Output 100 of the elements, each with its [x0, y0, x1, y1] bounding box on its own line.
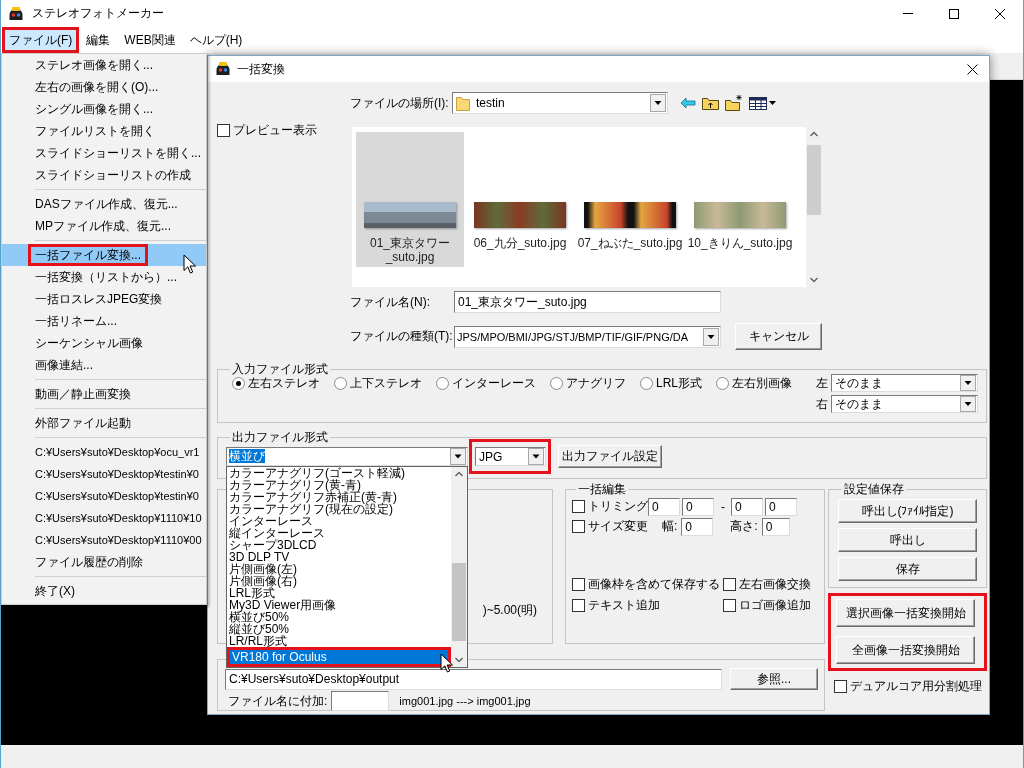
menu-bar-item[interactable]: ファイル(F): [2, 27, 80, 53]
dropdown-option[interactable]: My3D Viewer用画像: [227, 599, 451, 611]
file-item[interactable]: 06_九分_suto.jpg: [466, 132, 574, 267]
dropdown-option[interactable]: LR/RL形式: [227, 635, 451, 647]
input-format-radio[interactable]: インターレース: [436, 374, 536, 392]
menu-item[interactable]: ファイル履歴の削除: [2, 551, 206, 573]
cancel-button[interactable]: キャンセル: [735, 323, 822, 350]
settings-button[interactable]: 呼出し(ﾌｧｲﾙ指定): [838, 499, 977, 523]
folder-icon: [456, 95, 470, 111]
settings-button[interactable]: 呼出し: [838, 528, 977, 552]
file-item[interactable]: 10_きりん_suto.jpg: [686, 132, 794, 267]
dropdown-option[interactable]: インターレース: [227, 515, 451, 527]
scrollbar-thumb[interactable]: [452, 563, 466, 641]
input-format-radio[interactable]: 上下ステレオ: [334, 374, 422, 392]
input-format-radio[interactable]: LRL形式: [640, 374, 702, 392]
menu-item[interactable]: シーケンシャル画像: [2, 332, 206, 354]
menu-bar-item[interactable]: ヘルプ(H): [182, 27, 250, 53]
input-format-radio[interactable]: 左右ステレオ: [232, 374, 320, 392]
file-name-field[interactable]: 01_東京タワー_suto.jpg: [454, 291, 721, 313]
field-label: ファイル名に付加:: [227, 692, 328, 710]
menu-item[interactable]: C:¥Users¥suto¥Desktop¥testin¥0: [2, 463, 206, 485]
logo-icon: [215, 61, 231, 77]
close-icon: [995, 8, 1005, 19]
resize-checkbox[interactable]: サイズ変更: [572, 518, 648, 535]
menu-item[interactable]: 外部ファイル起動: [2, 412, 206, 434]
trim-field[interactable]: 0: [682, 497, 714, 516]
option-checkbox[interactable]: 左右画像交換: [723, 576, 819, 593]
left-image-dropdown[interactable]: そのまま: [831, 374, 978, 392]
option-checkbox[interactable]: ロゴ画像追加: [723, 597, 819, 614]
dropdown-option[interactable]: 3D DLP TV: [227, 551, 451, 563]
trim-field[interactable]: 0: [648, 497, 680, 516]
new-folder-icon[interactable]: [725, 95, 743, 111]
layout-dropdown[interactable]: 横並び: [226, 447, 468, 466]
dropdown-option[interactable]: 片側画像(右): [227, 575, 451, 587]
menu-item[interactable]: 一括ファイル変換...: [2, 244, 206, 266]
menu-item[interactable]: MPファイル作成、復元...: [2, 215, 206, 237]
dropdown-option[interactable]: カラーアナグリフ赤補正(黄-青): [227, 491, 451, 503]
menu-bar-item[interactable]: 編集: [79, 27, 118, 53]
range-separator: -: [721, 499, 725, 514]
dropdown-option[interactable]: 横並び50%: [227, 611, 451, 623]
back-arrow-icon[interactable]: [680, 97, 696, 109]
right-image-dropdown[interactable]: そのまま: [831, 395, 978, 413]
menu-item[interactable]: ステレオ画像を開く...: [2, 54, 206, 76]
dual-core-checkbox[interactable]: デュアルコア用分割処理: [828, 678, 987, 695]
menu-item[interactable]: シングル画像を開く...: [2, 98, 206, 120]
suffix-field[interactable]: [331, 691, 390, 711]
menu-item[interactable]: 左右の画像を開く(O)...: [2, 76, 206, 98]
menu-item[interactable]: 画像連結...: [2, 354, 206, 376]
menu-item[interactable]: C:¥Users¥suto¥Desktop¥1110¥00: [2, 529, 206, 551]
location-dropdown[interactable]: testin: [452, 92, 668, 114]
scrollbar[interactable]: [451, 467, 467, 667]
field-label: ファイル名(N):: [350, 293, 431, 311]
option-checkbox[interactable]: 画像枠を含めて保存する: [572, 576, 723, 593]
dropdown-option[interactable]: カラーアナグリフ(現在の設定): [227, 503, 451, 515]
trim-field[interactable]: 0: [765, 497, 797, 516]
dropdown-option[interactable]: 縦インターレース: [227, 527, 451, 539]
file-item[interactable]: 07_ねぶた_suto.jpg: [576, 132, 684, 267]
menu-item[interactable]: スライドショーリストの作成: [2, 164, 206, 186]
up-folder-icon[interactable]: [702, 96, 719, 110]
option-checkbox[interactable]: テキスト追加: [572, 597, 723, 614]
dropdown-option[interactable]: VR180 for Oculus: [227, 647, 451, 667]
trimming-checkbox[interactable]: トリミング: [572, 498, 648, 515]
dropdown-option[interactable]: シャープ3DLCD: [227, 539, 451, 551]
dropdown-option[interactable]: 縦並び50%: [227, 623, 451, 635]
output-type-dropdown[interactable]: JPG: [475, 447, 546, 466]
dropdown-option[interactable]: 片側画像(左): [227, 563, 451, 575]
menu-item[interactable]: 一括ロスレスJPEG変換: [2, 288, 206, 310]
preview-checkbox[interactable]: プレビュー表示: [217, 122, 317, 139]
browse-button[interactable]: 参照...: [730, 668, 818, 690]
start-conversion-button[interactable]: 選択画像一括変換開始: [836, 599, 975, 627]
output-folder-field[interactable]: C:¥Users¥suto¥Desktop¥output: [225, 668, 722, 690]
input-format-radio[interactable]: 左右別画像: [716, 374, 792, 392]
dropdown-option[interactable]: カラーアナグリフ(黄-青): [227, 479, 451, 491]
view-menu-icon[interactable]: [749, 96, 777, 110]
field-label: 左: [816, 374, 828, 392]
file-name-text: 07_ねぶた_suto.jpg: [577, 236, 683, 250]
menu-item[interactable]: 一括変換（リストから）...: [2, 266, 206, 288]
menu-item[interactable]: ファイルリストを開く: [2, 120, 206, 142]
file-item[interactable]: 01_東京タワー_suto.jpg: [356, 132, 464, 267]
start-conversion-button[interactable]: 全画像一括変換開始: [836, 636, 975, 664]
menu-item[interactable]: C:¥Users¥suto¥Desktop¥testin¥0: [2, 485, 206, 507]
width-field[interactable]: 0: [681, 517, 714, 536]
menu-item[interactable]: スライドショーリストを開く...: [2, 142, 206, 164]
field-label: ファイルの種類(T):: [350, 328, 454, 345]
menu-item[interactable]: C:¥Users¥suto¥Desktop¥ocu_vr1: [2, 441, 206, 463]
input-format-radio[interactable]: アナグリフ: [550, 374, 626, 392]
output-settings-button[interactable]: 出力ファイル設定: [558, 445, 662, 468]
menu-item[interactable]: 終了(X): [2, 580, 206, 602]
menu-bar-item[interactable]: WEB関連: [117, 27, 183, 53]
dropdown-option[interactable]: LRL形式: [227, 587, 451, 599]
height-field[interactable]: 0: [761, 517, 790, 536]
menu-item[interactable]: 動画／静止画変換: [2, 383, 206, 405]
trim-field[interactable]: 0: [731, 497, 763, 516]
scrollbar-thumb[interactable]: [807, 145, 821, 215]
menu-item[interactable]: 一括リネーム...: [2, 310, 206, 332]
menu-item[interactable]: C:¥Users¥suto¥Desktop¥1110¥10: [2, 507, 206, 529]
dropdown-option[interactable]: カラーアナグリフ(ゴースト軽減): [227, 467, 451, 479]
menu-item[interactable]: DASファイル作成、復元...: [2, 193, 206, 215]
settings-button[interactable]: 保存: [838, 557, 977, 581]
file-type-dropdown[interactable]: JPS/MPO/BMI/JPG/STJ/BMP/TIF/GIF/PNG/DA: [454, 325, 721, 348]
